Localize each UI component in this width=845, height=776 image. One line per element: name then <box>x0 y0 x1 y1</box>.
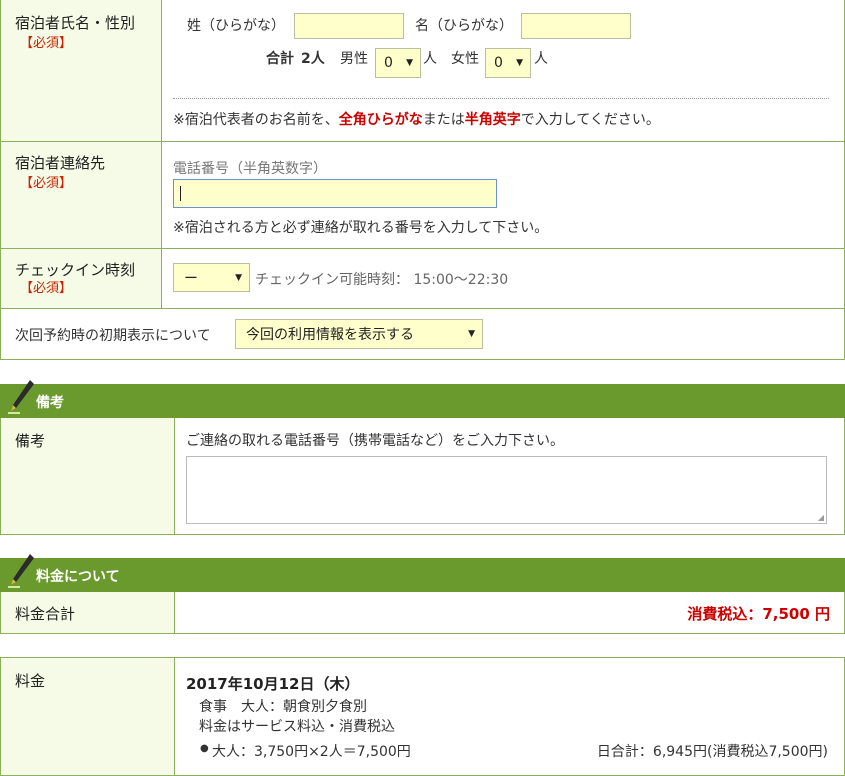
given-name-input[interactable] <box>521 13 631 39</box>
guest-name-row: 宿泊者氏名・性別 【必須】 姓（ひらがな） 名（ひらがな） 合計 2人 男性 0… <box>0 0 845 142</box>
remarks-row: 備考 ご連絡の取れる電話番号（携帯電話など）をご入力下さい。 ◢ <box>0 418 845 535</box>
remarks-instruction: ご連絡の取れる電話番号（携帯電話など）をご入力下さい。 <box>186 433 564 449</box>
chevron-down-icon: ▼ <box>235 272 242 283</box>
fee-total-label: 料金合計 <box>15 605 76 623</box>
total-value: 2人 <box>301 51 325 67</box>
text-cursor <box>180 186 181 201</box>
fee-section-header: 料金について <box>0 554 845 592</box>
surname-label: 姓（ひらがな） <box>187 18 285 34</box>
total-label: 合計 <box>266 51 294 67</box>
male-count-select[interactable]: 0 ▼ <box>375 48 421 78</box>
fee-section-title: 料金について <box>36 569 120 585</box>
contact-label-cell: 宿泊者連絡先 【必須】 <box>1 142 162 248</box>
fee-total-row: 料金合計 消費税込：7,500 円 <box>0 592 845 634</box>
checkin-required: 【必須】 <box>20 281 73 296</box>
contact-note: ※宿泊される方と必ず連絡が取れる番号を入力して下さい。 <box>173 220 549 236</box>
chevron-down-icon: ▼ <box>468 329 475 339</box>
next-display-row: 次回予約時の初期表示について 今回の利用情報を表示する ▼ <box>0 309 845 360</box>
contact-required: 【必須】 <box>20 176 73 191</box>
fee-total-value: 消費税込：7,500 円 <box>687 605 830 623</box>
fee-total-label-cell: 料金合計 <box>1 592 175 633</box>
fee-detail-label: 料金 <box>15 672 46 690</box>
resize-handle-icon[interactable]: ◢ <box>818 513 824 522</box>
female-count-select[interactable]: 0 ▼ <box>485 48 531 78</box>
female-unit: 人 <box>534 51 548 67</box>
female-label: 女性 <box>451 51 479 67</box>
next-display-select[interactable]: 今回の利用情報を表示する ▼ <box>235 319 483 349</box>
meal-info: 食事 大人：朝食別夕食別 <box>199 699 367 715</box>
remarks-section-header: 備考 <box>0 380 845 418</box>
guest-name-note: ※宿泊代表者のお名前を、全角ひらがなまたは半角英字で入力してください。 <box>173 112 660 128</box>
pen-icon <box>8 380 34 414</box>
stay-date: 2017年10月12日（木） <box>186 675 360 693</box>
chevron-down-icon: ▼ <box>516 58 523 68</box>
male-unit: 人 <box>423 51 437 67</box>
phone-input[interactable] <box>173 179 497 208</box>
bullet-icon: ● <box>200 743 209 754</box>
remarks-textarea[interactable]: ◢ <box>186 456 827 524</box>
checkin-time-select[interactable]: ー ▼ <box>173 263 250 292</box>
phone-label: 電話番号（半角英数字） <box>173 161 327 177</box>
remarks-label: 備考 <box>15 432 46 450</box>
fee-detail-row: 料金 2017年10月12日（木） 食事 大人：朝食別夕食別 料金はサービス料込… <box>0 657 845 776</box>
dotted-divider <box>173 98 829 99</box>
day-total: 日合計：6,945円(消費税込7,500円) <box>596 744 828 760</box>
surname-input[interactable] <box>294 13 404 39</box>
tax-note: 料金はサービス料込・消費税込 <box>199 719 395 735</box>
pen-icon <box>8 554 34 588</box>
guest-name-label-cell: 宿泊者氏名・性別 【必須】 <box>1 0 162 141</box>
guest-name-required: 【必須】 <box>20 36 73 51</box>
remarks-section-title: 備考 <box>36 395 64 411</box>
next-display-label: 次回予約時の初期表示について <box>15 328 211 344</box>
checkin-row: チェックイン時刻 【必須】 ー ▼ チェックイン可能時刻： 15:00〜22:3… <box>0 249 845 309</box>
contact-row: 宿泊者連絡先 【必須】 電話番号（半角英数字） ※宿泊される方と必ず連絡が取れる… <box>0 142 845 249</box>
contact-label: 宿泊者連絡先 <box>15 154 106 172</box>
male-label: 男性 <box>340 51 368 67</box>
fee-breakdown: 大人：3,750円×2人＝7,500円 <box>212 744 411 760</box>
chevron-down-icon: ▼ <box>406 58 413 68</box>
fee-detail-label-cell: 料金 <box>1 658 175 775</box>
remarks-label-cell: 備考 <box>1 418 175 534</box>
guest-name-label: 宿泊者氏名・性別 <box>15 14 136 32</box>
checkin-label-cell: チェックイン時刻 【必須】 <box>1 249 162 308</box>
checkin-hint: チェックイン可能時刻： 15:00〜22:30 <box>255 272 509 288</box>
given-name-label: 名（ひらがな） <box>415 18 513 34</box>
